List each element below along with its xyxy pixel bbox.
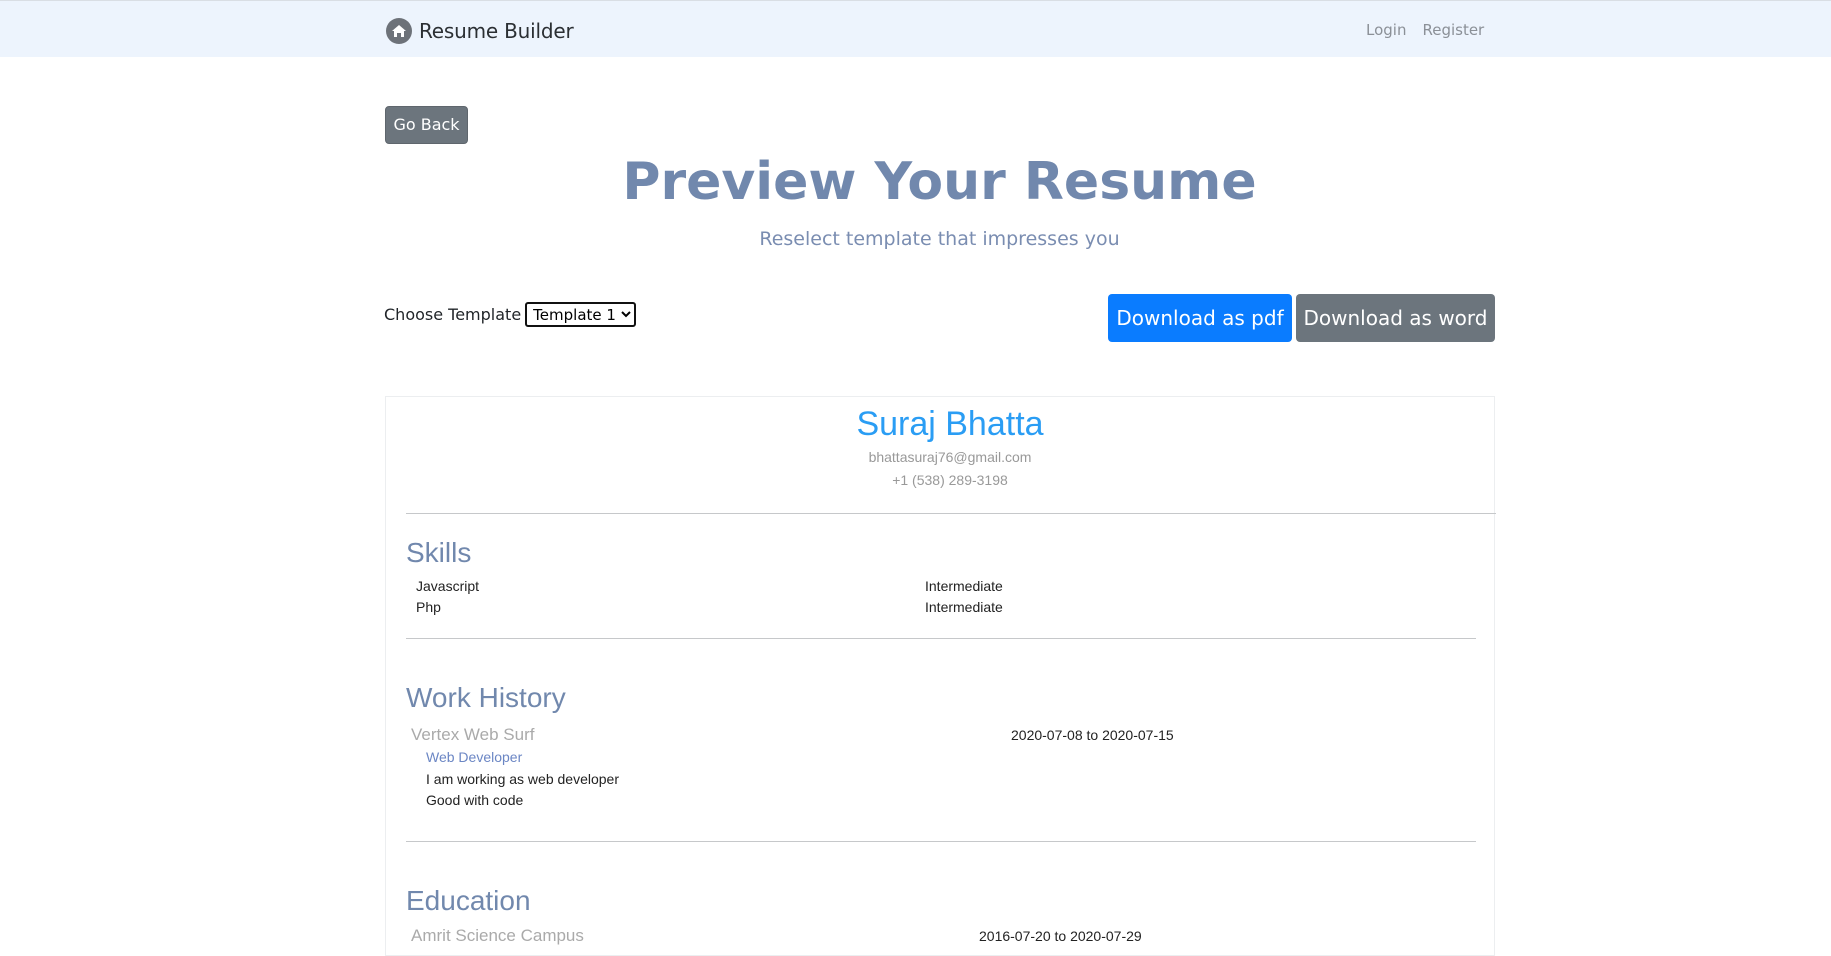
register-link[interactable]: Register [1422, 21, 1484, 39]
page-subtitle: Reselect template that impresses you [759, 228, 1120, 250]
nav-links: Login Register [1366, 21, 1484, 39]
skill-name: Javascript [416, 578, 480, 594]
template-select[interactable]: Template 1 [525, 302, 637, 327]
work-description-line: Good with code [426, 792, 524, 808]
work-role: Web Developer [426, 749, 523, 765]
brand-name: Resume Builder [419, 19, 574, 43]
work-history-heading: Work History [406, 682, 566, 713]
template-label: Choose Template [384, 305, 522, 324]
education-dates: 2016-07-20 to 2020-07-29 [979, 928, 1142, 944]
skills-heading: Skills [406, 537, 472, 568]
divider [406, 841, 1476, 842]
work-description-line: I am working as web developer [426, 771, 619, 787]
skill-name: Php [416, 599, 441, 615]
resume-preview: Suraj Bhatta bhattasuraj76@gmail.com +1 … [385, 396, 1496, 956]
resume-name: Suraj Bhatta [856, 405, 1044, 443]
skill-level: Intermediate [925, 578, 1003, 594]
home-icon [386, 18, 412, 44]
login-link[interactable]: Login [1366, 21, 1406, 39]
download-word-button[interactable]: Download as word [1296, 294, 1495, 342]
resume-phone: +1 (538) 289-3198 [892, 472, 1008, 488]
divider [406, 513, 1496, 514]
page-title: Preview Your Resume [622, 152, 1257, 212]
divider [406, 638, 1476, 639]
brand-link[interactable]: Resume Builder [386, 18, 574, 44]
work-dates: 2020-07-08 to 2020-07-15 [1011, 727, 1174, 743]
work-company: Vertex Web Surf [411, 725, 535, 744]
download-pdf-button[interactable]: Download as pdf [1108, 294, 1292, 342]
skill-level: Intermediate [925, 599, 1003, 615]
education-heading: Education [406, 885, 531, 916]
education-school: Amrit Science Campus [411, 926, 584, 945]
template-chooser: Choose Template Template 1 [384, 302, 637, 327]
go-back-button[interactable]: Go Back [385, 106, 468, 144]
resume-email: bhattasuraj76@gmail.com [868, 449, 1032, 465]
navbar: Resume Builder Login Register [0, 0, 1831, 57]
